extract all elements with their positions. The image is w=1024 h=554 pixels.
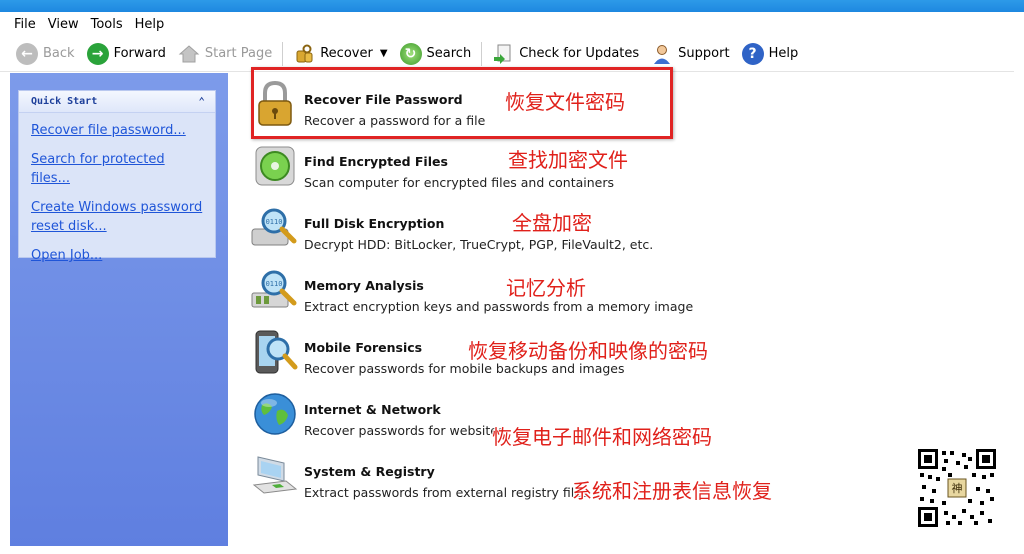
menu-bar: File View Tools Help — [0, 12, 1024, 36]
window-bottom-frame — [0, 546, 1024, 554]
task-description: Recover passwords for websites — [304, 423, 505, 438]
annotation-label: 恢复文件密码 — [505, 90, 625, 114]
menu-view[interactable]: View — [42, 17, 85, 32]
task-full-disk-encryption[interactable]: 0110 Full Disk Encryption Decrypt HDD: B… — [250, 203, 653, 255]
start-page-label: Start Page — [204, 46, 273, 61]
annotation-label: 系统和注册表信息恢复 — [572, 479, 772, 503]
back-label: Back — [43, 46, 75, 61]
recover-button[interactable]: Recover ▼ — [287, 40, 393, 68]
help-question-icon: ? — [741, 42, 764, 65]
search-disc-icon: ↻ — [399, 42, 422, 65]
back-arrow-icon: ← — [16, 42, 38, 65]
search-protected-files-link[interactable]: Search for protected files... — [31, 150, 203, 188]
check-updates-label: Check for Updates — [519, 46, 640, 61]
svg-text:0110: 0110 — [266, 280, 283, 288]
annotation-label: 查找加密文件 — [508, 148, 628, 172]
memory-magnifier-icon: 0110 — [251, 270, 297, 308]
menu-file[interactable]: File — [8, 17, 42, 32]
chevron-down-icon[interactable]: ▼ — [380, 48, 388, 59]
create-reset-disk-link[interactable]: Create Windows password reset disk... — [31, 198, 203, 236]
back-button[interactable]: ← Back — [10, 40, 81, 68]
menu-tools[interactable]: Tools — [85, 17, 129, 32]
toolbar-separator — [282, 41, 284, 66]
task-title: Memory Analysis — [304, 278, 424, 293]
window-right-frame — [1014, 36, 1024, 546]
task-internet-network[interactable]: Internet & Network Recover passwords for… — [250, 389, 504, 441]
help-label: Help — [768, 46, 799, 61]
annotation-label: 恢复电子邮件和网络密码 — [492, 425, 712, 449]
svg-text:神: 神 — [952, 481, 963, 495]
task-title: Internet & Network — [304, 402, 441, 417]
open-job-link[interactable]: Open Job... — [31, 246, 203, 265]
phone-magnifier-icon — [255, 330, 298, 374]
quick-start-title: Quick Start — [31, 96, 98, 107]
disk-search-icon — [255, 146, 295, 186]
svg-text:0110: 0110 — [266, 218, 283, 226]
home-icon — [178, 44, 200, 62]
annotation-label: 记忆分析 — [506, 276, 586, 300]
start-page-button[interactable]: Start Page — [172, 40, 278, 68]
quick-start-panel: Quick Start ⌃ Recover file password... S… — [18, 90, 216, 263]
annotation-label: 全盘加密 — [512, 211, 592, 235]
task-system-registry[interactable]: System & Registry Extract passwords from… — [250, 451, 588, 503]
forward-label: Forward — [113, 46, 166, 61]
keys-icon — [296, 44, 313, 62]
qr-code-image: 神 — [918, 449, 996, 527]
recover-file-password-link[interactable]: Recover file password... — [31, 121, 203, 140]
task-description: Decrypt HDD: BitLocker, TrueCrypt, PGP, … — [304, 237, 654, 252]
menu-help[interactable]: Help — [129, 17, 171, 32]
search-label: Search — [426, 46, 472, 61]
annotation-label: 恢复移动备份和映像的密码 — [468, 339, 708, 363]
support-person-icon — [654, 44, 671, 64]
task-title: System & Registry — [304, 464, 435, 479]
task-memory-analysis[interactable]: 0110 Memory Analysis Extract encryption … — [250, 265, 693, 317]
check-updates-button[interactable]: Check for Updates — [486, 40, 645, 68]
forward-arrow-icon: → — [86, 42, 109, 65]
window-title-strip — [0, 0, 1024, 12]
quick-start-header[interactable]: Quick Start ⌃ — [19, 91, 215, 113]
task-description: Extract encryption keys and passwords fr… — [304, 299, 694, 314]
update-document-icon — [494, 44, 511, 64]
forward-button[interactable]: → Forward — [81, 40, 172, 68]
recover-label: Recover — [320, 46, 373, 61]
toolbar-separator — [481, 41, 483, 66]
quick-start-links: Recover file password... Search for prot… — [19, 113, 215, 283]
computer-icon — [252, 456, 298, 494]
support-button[interactable]: Support — [645, 40, 735, 68]
task-description: Scan computer for encrypted files and co… — [304, 175, 614, 190]
support-label: Support — [678, 46, 730, 61]
globe-icon — [254, 393, 296, 435]
collapse-chevron-icon[interactable]: ⌃ — [198, 95, 205, 108]
hdd-magnifier-icon: 0110 — [251, 208, 297, 246]
help-button[interactable]: ? Help — [736, 40, 805, 68]
search-button[interactable]: ↻ Search — [394, 40, 478, 68]
task-title: Full Disk Encryption — [304, 216, 445, 231]
task-description: Extract passwords from external registry… — [304, 485, 589, 500]
